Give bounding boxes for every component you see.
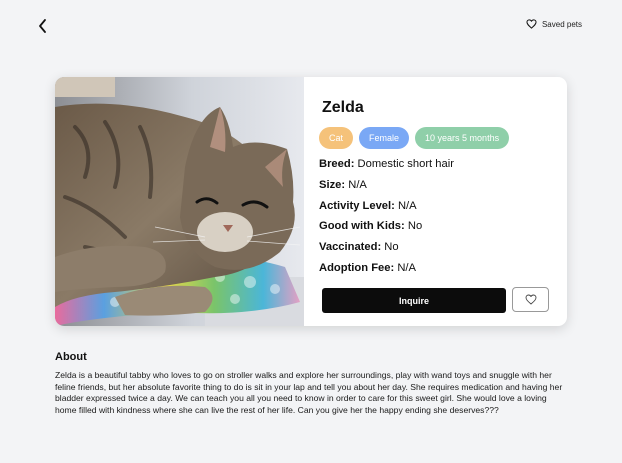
- fact-kids-label: Good with Kids:: [319, 220, 405, 233]
- tag-age: 10 years 5 months: [415, 127, 510, 149]
- fact-vaccinated: Vaccinated: No: [319, 239, 454, 260]
- pet-tags: Cat Female 10 years 5 months: [319, 127, 510, 149]
- fact-size: Size: N/A: [319, 177, 454, 198]
- saved-pets-label: Saved pets: [541, 19, 582, 29]
- chevron-left-icon: [39, 19, 46, 33]
- pet-photo: [55, 77, 304, 326]
- pet-card: Zelda Cat Female 10 years 5 months Breed…: [55, 77, 567, 326]
- fact-size-label: Size:: [319, 178, 346, 191]
- fact-fee-label: Adoption Fee:: [319, 261, 395, 274]
- pet-info: Zelda Cat Female 10 years 5 months Breed…: [304, 77, 567, 326]
- about-section: About Zelda is a beautiful tabby who lov…: [55, 351, 570, 416]
- about-text: Zelda is a beautiful tabby who loves to …: [55, 370, 563, 415]
- about-title: About: [55, 351, 87, 363]
- fact-activity-label: Activity Level:: [319, 199, 395, 212]
- pet-name: Zelda: [322, 99, 364, 116]
- saved-pets-link[interactable]: Saved pets: [526, 19, 582, 29]
- fact-fee-value: N/A: [397, 261, 416, 274]
- inquire-button[interactable]: Inquire: [322, 288, 506, 313]
- fact-activity: Activity Level: N/A: [319, 198, 454, 219]
- tag-sex: Female: [359, 127, 410, 149]
- fact-breed: Breed: Domestic short hair: [319, 156, 454, 177]
- fact-breed-value: Domestic short hair: [357, 158, 454, 170]
- heart-outline-icon: [525, 294, 536, 305]
- top-bar: Saved pets: [0, 0, 622, 52]
- favorite-button[interactable]: [512, 287, 549, 312]
- fact-vaccinated-label: Vaccinated:: [319, 241, 382, 254]
- tabby-cat-photo: [55, 77, 304, 326]
- pet-facts: Breed: Domestic short hair Size: N/A Act…: [319, 156, 454, 281]
- tag-species: Cat: [319, 127, 354, 149]
- heart-outline-icon: [526, 19, 537, 29]
- back-button[interactable]: [36, 17, 50, 35]
- fact-size-value: N/A: [348, 178, 367, 191]
- fact-kids: Good with Kids: No: [319, 218, 454, 239]
- fact-activity-value: N/A: [397, 199, 417, 212]
- fact-fee: Adoption Fee: N/A: [319, 260, 454, 281]
- fact-kids-value: No: [407, 220, 423, 233]
- fact-breed-label: Breed:: [319, 158, 355, 170]
- fact-vaccinated-value: No: [384, 241, 399, 254]
